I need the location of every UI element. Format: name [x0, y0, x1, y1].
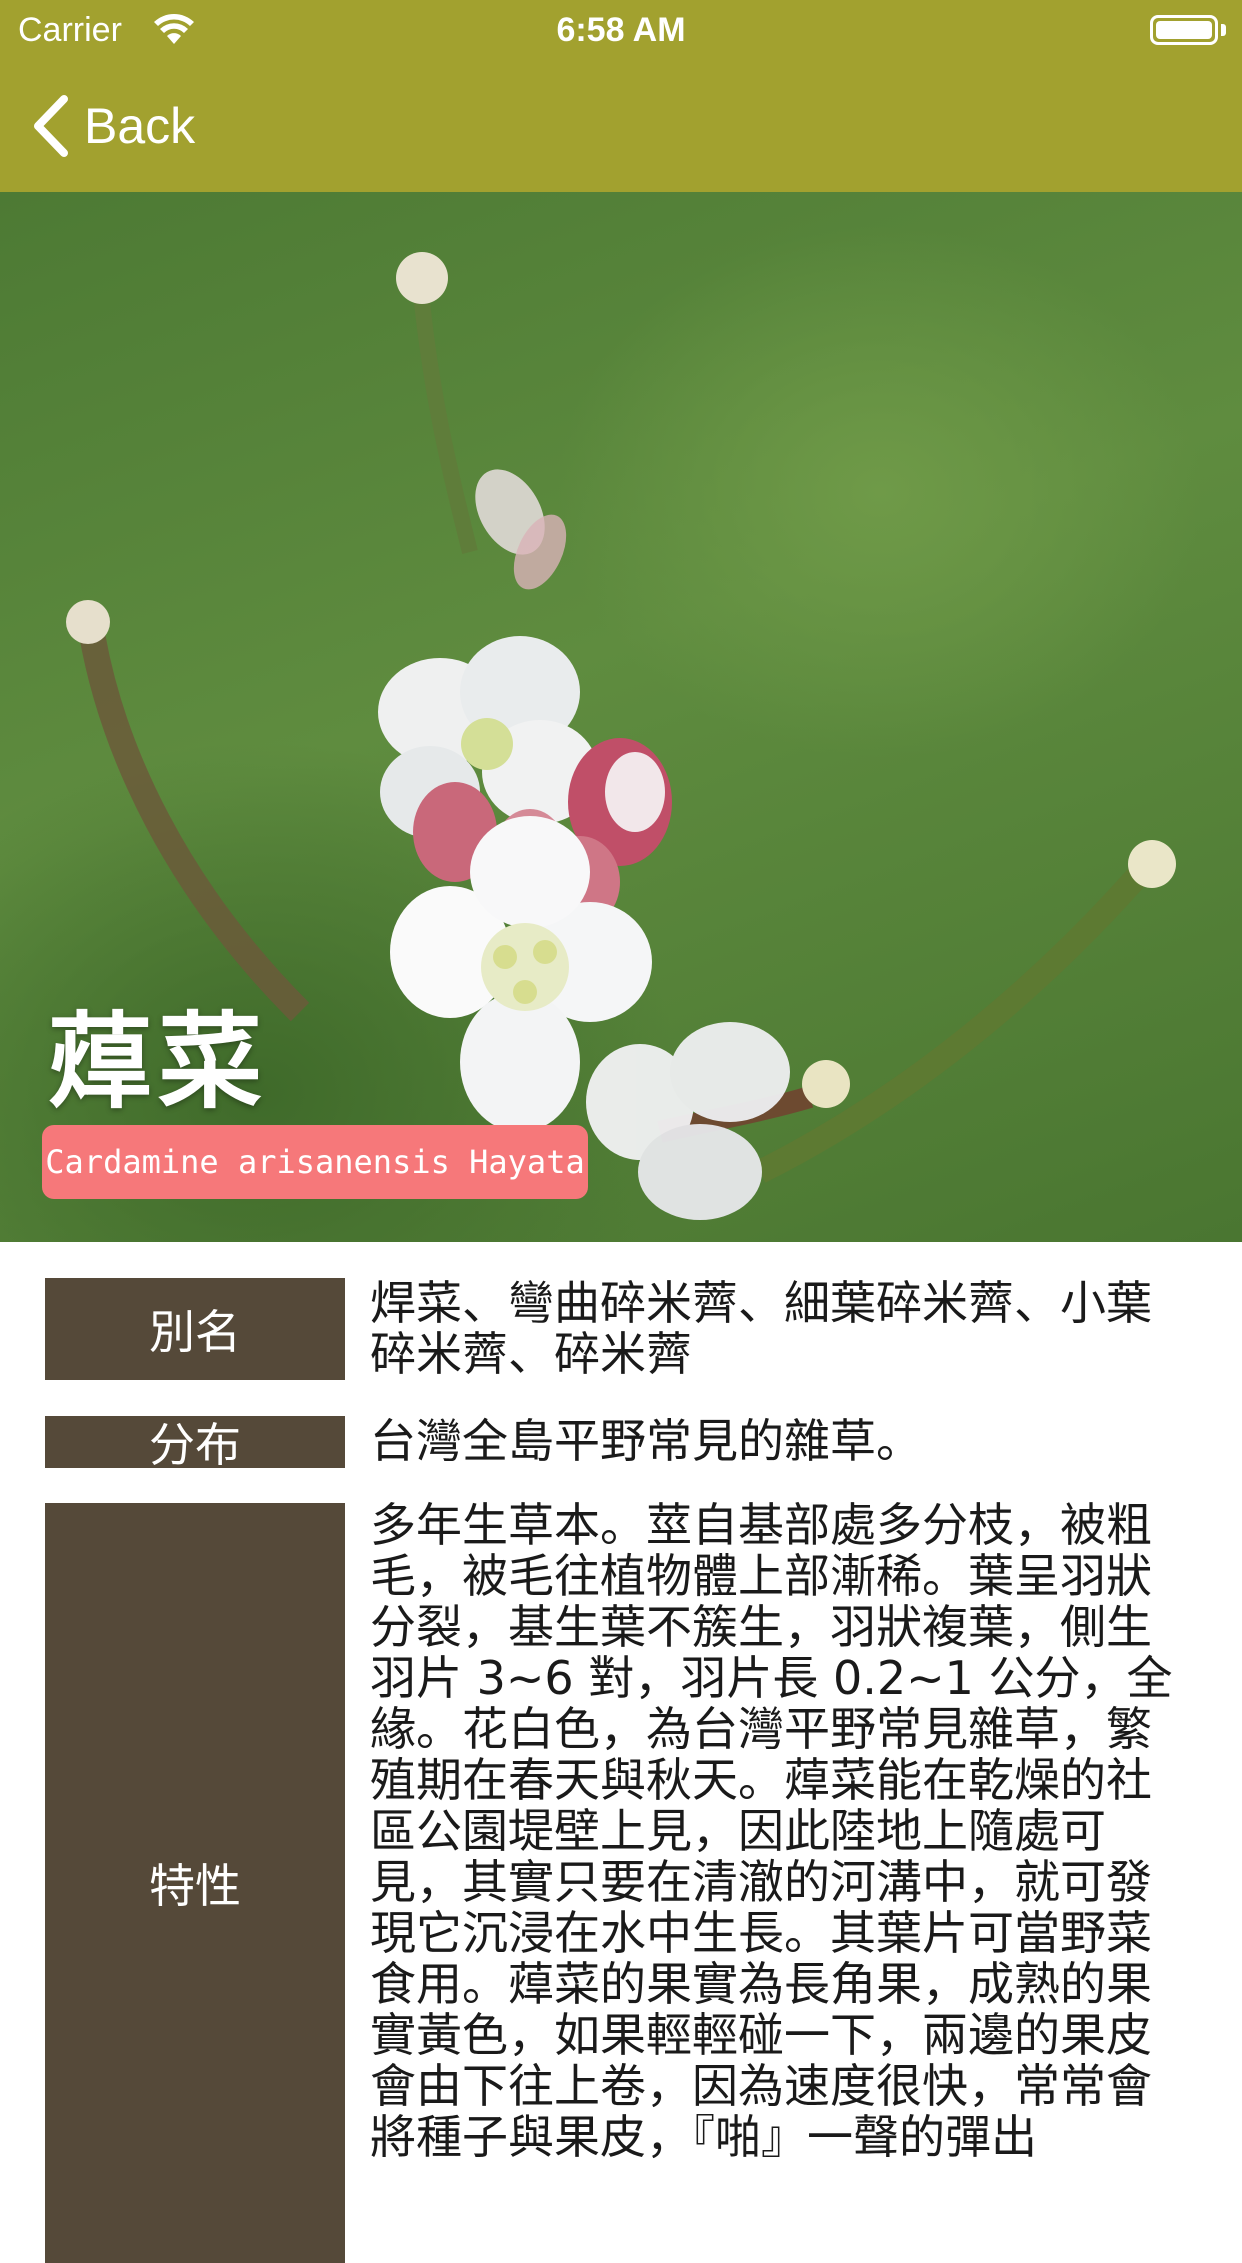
- back-label: Back: [84, 98, 196, 154]
- alias-value: 焊菜、彎曲碎米薺、細葉碎米薺、小葉碎米薺、碎米薺: [370, 1276, 1152, 1381]
- alias-label: 別名: [45, 1278, 345, 1380]
- distribution-label: 分布: [45, 1416, 345, 1472]
- plant-details: 別名 焊菜、彎曲碎米薺、細葉碎米薺、小葉碎米薺、碎米薺 分布 台灣全島平野常見的…: [0, 1242, 1242, 2263]
- chevron-left-icon: [34, 95, 68, 157]
- characteristics-value: 多年生草本。莖自基部處多分枝，被粗毛，被毛往植物體上部漸稀。葉呈羽狀分裂，基生葉…: [370, 1498, 1173, 2164]
- plant-photo: 蔊菜 Cardamine arisanensis Hayata: [0, 192, 1242, 1242]
- battery-level: [1156, 21, 1212, 39]
- plant-name: 蔊菜: [48, 1001, 269, 1123]
- status-bar: Carrier 6:58 AM: [0, 0, 1242, 62]
- battery-cap: [1221, 24, 1226, 36]
- scientific-name-badge: Cardamine arisanensis Hayata: [42, 1125, 588, 1199]
- back-button[interactable]: Back: [30, 86, 240, 166]
- distribution-value: 台灣全島平野常見的雜草。: [370, 1414, 922, 1468]
- battery-icon: [1150, 15, 1218, 45]
- navigation-bar: Back: [0, 62, 1242, 192]
- characteristics-label: 特性: [45, 1503, 345, 2263]
- status-time: 6:58 AM: [556, 11, 686, 49]
